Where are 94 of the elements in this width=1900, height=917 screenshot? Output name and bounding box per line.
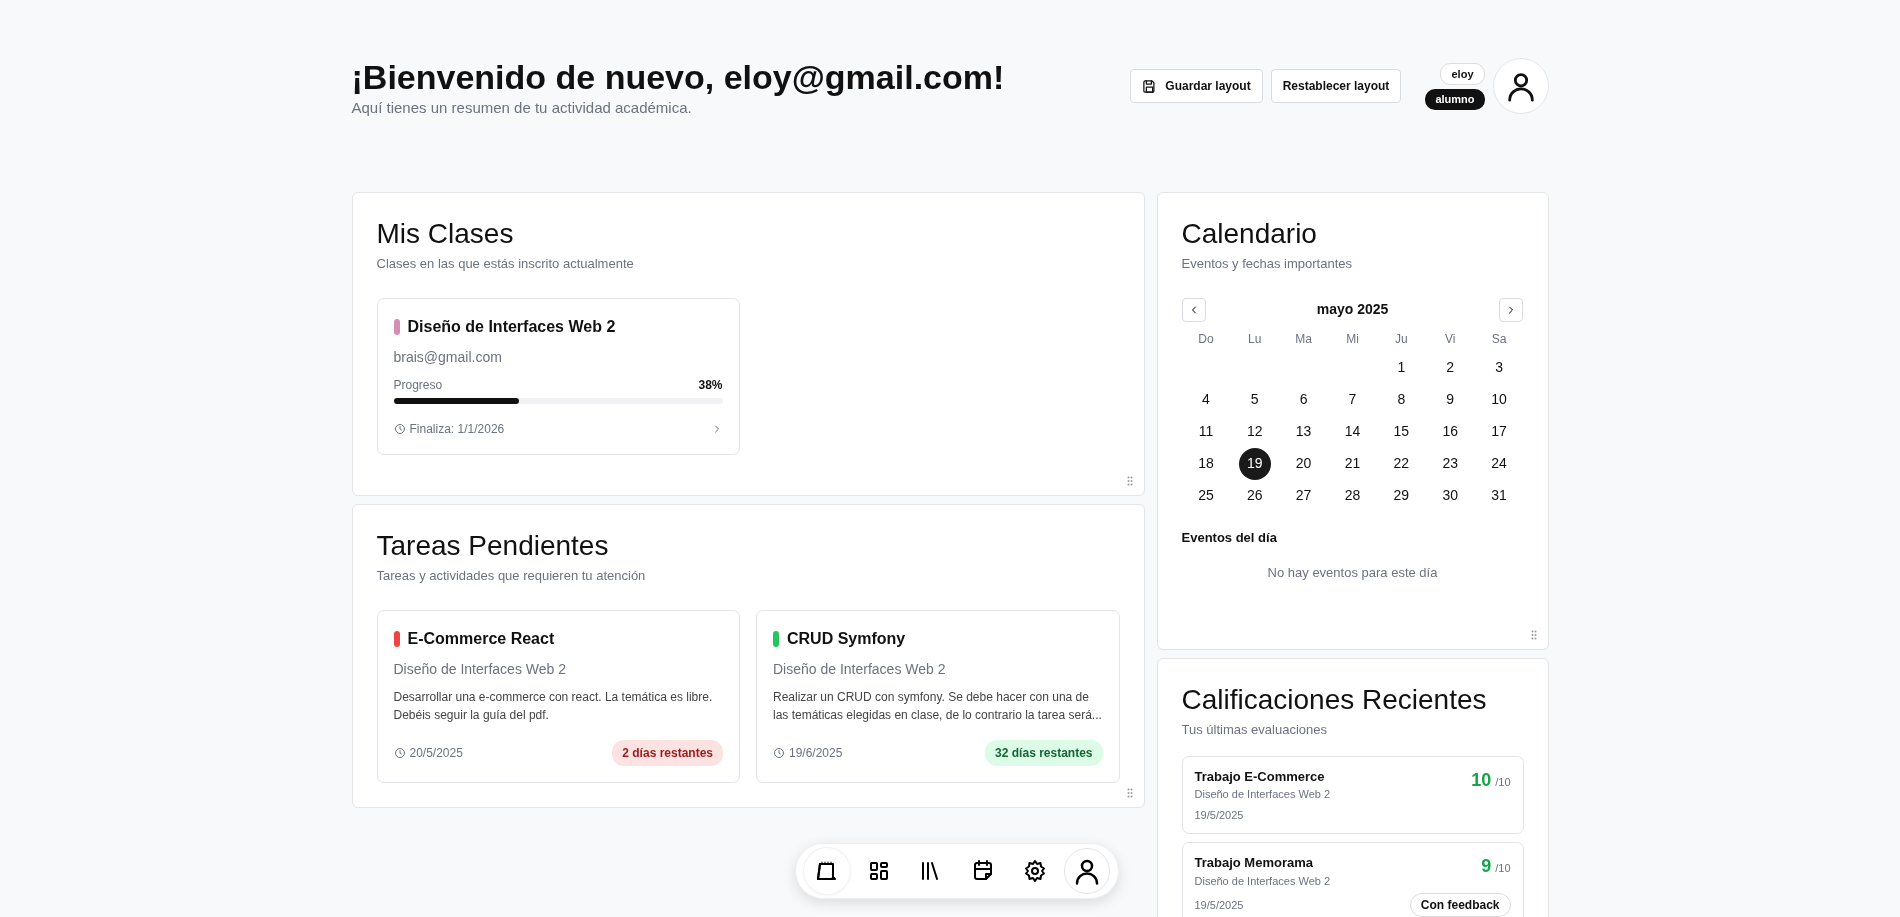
- calendar-day[interactable]: 24: [1483, 447, 1516, 480]
- due-date: 19/6/2025: [789, 744, 843, 762]
- calendar-day[interactable]: 21: [1336, 447, 1369, 480]
- task-title: E-Commerce React: [407, 628, 555, 649]
- progress-label: Progreso: [393, 376, 443, 394]
- calendar-day[interactable]: 26: [1238, 479, 1271, 512]
- days-remaining: 2 días restantes: [612, 739, 723, 766]
- calendar-day[interactable]: 3: [1483, 351, 1516, 384]
- course-name: Diseño de Interfaces Web 2: [773, 659, 947, 679]
- panel-title: Calendario: [1181, 216, 1318, 251]
- course-name: Diseño de Interfaces Web 2: [393, 659, 567, 679]
- progress-value: 38%: [698, 376, 723, 394]
- dock-button[interactable]: [804, 848, 850, 894]
- due-date: 20/5/2025: [409, 744, 463, 762]
- panel-subtitle: Tareas y actividades que requieren tu atención: [376, 567, 647, 586]
- layout-button[interactable]: Restablecer layout: [1270, 69, 1402, 103]
- calendar-day[interactable]: 29: [1385, 479, 1418, 512]
- weekday-label: Lu: [1247, 330, 1263, 348]
- teacher-email: brais@gmail.com: [393, 347, 503, 367]
- calendar-day[interactable]: 10: [1483, 383, 1516, 416]
- panel-subtitle: Clases en las que estás inscrito actualmente: [376, 255, 635, 274]
- weekday-label: Do: [1197, 330, 1215, 348]
- month-label: mayo 2025: [1316, 300, 1389, 320]
- grade-score: 10: [1471, 768, 1492, 792]
- grade-max: /10: [1495, 774, 1511, 790]
- task-description: Desarrollar una e-commerce con react. La temática es libre. Debéis seguir la guía del pdf.: [393, 688, 714, 724]
- weekday-label: Ju: [1394, 330, 1409, 348]
- grade-card[interactable]: Trabajo Memorama Diseño de Interfaces Web 2 9 /10 19/5/2025 Con feedback: [1181, 842, 1524, 917]
- user-name: eloy: [1440, 62, 1485, 85]
- user-role: alumno: [1425, 89, 1485, 110]
- calendar-day[interactable]: 7: [1336, 383, 1369, 416]
- page-title: ¡Bienvenido de nuevo, eloy@gmail.com!: [351, 58, 1005, 98]
- events-heading: Eventos del día: [1181, 528, 1278, 547]
- grade-title: Trabajo Memorama: [1194, 854, 1314, 873]
- days-remaining: 32 días restantes: [985, 739, 1103, 766]
- calendar-day[interactable]: 23: [1434, 447, 1467, 480]
- calendar-day[interactable]: 22: [1385, 447, 1418, 480]
- panel-title: Tareas Pendientes: [376, 528, 610, 563]
- save-icon: [1142, 78, 1158, 94]
- calendar-day[interactable]: 13: [1287, 415, 1320, 448]
- course-name: Diseño de Interfaces Web 2: [1194, 873, 1331, 889]
- calendar-day[interactable]: 15: [1385, 415, 1418, 448]
- task-card[interactable]: E-Commerce React Diseño de Interfaces Web 2 Desarrollar una e-commerce con react. La temática es libre. Debéis seguir la guía del pdf. 20/5/2025 2 días restantes: [376, 609, 740, 783]
- panel-title: Calificaciones Recientes: [1181, 682, 1488, 717]
- weekday-label: Sa: [1490, 330, 1508, 348]
- calendar-day[interactable]: 28: [1336, 479, 1369, 512]
- calendar-icon: [971, 859, 995, 883]
- course-name: Diseño de Interfaces Web 2: [1194, 787, 1331, 803]
- clock-icon: [773, 746, 785, 759]
- panel-subtitle: Eventos y fechas importantes: [1181, 255, 1354, 274]
- calendar-day[interactable]: 20: [1287, 447, 1320, 480]
- dashboard-icon: [867, 859, 891, 883]
- panel-subtitle: Tus últimas evaluaciones: [1181, 721, 1328, 740]
- class-name: Diseño de Interfaces Web 2: [407, 316, 616, 337]
- grade-date: 19/5/2025: [1194, 898, 1244, 914]
- task-title: CRUD Symfony: [787, 628, 906, 649]
- clock-icon: [393, 746, 406, 759]
- calendar-day[interactable]: 9: [1434, 383, 1467, 416]
- page-subtitle: Aquí tienes un resumen de tu actividad académica.: [351, 98, 693, 119]
- weekday-label: Mi: [1345, 330, 1360, 348]
- grade-max: /10: [1495, 861, 1511, 877]
- grade-date: 19/5/2025: [1194, 807, 1244, 823]
- calendar-day[interactable]: 8: [1385, 383, 1418, 416]
- weekday-label: Ma: [1294, 330, 1313, 348]
- calendar-day[interactable]: 18: [1189, 447, 1222, 480]
- calendar-day[interactable]: 12: [1238, 415, 1271, 448]
- task-card[interactable]: CRUD Symfony Diseño de Interfaces Web 2 Realizar un CRUD con symfony. Se debe hacer con una de las temáticas elegidas en clase, de lo contrario la tarea será... 19/6/2025 32 días restantes: [756, 609, 1120, 783]
- panel-title: Mis Clases: [376, 216, 515, 251]
- grade-score: 9: [1481, 855, 1492, 879]
- empty-events-text: No hay eventos para este día: [1266, 564, 1439, 583]
- calendar-day[interactable]: 17: [1483, 415, 1516, 448]
- calendar-day[interactable]: 31: [1483, 479, 1516, 512]
- calendar-day[interactable]: 4: [1189, 383, 1222, 416]
- calendar-day[interactable]: 25: [1189, 479, 1222, 512]
- layout-button[interactable]: Guardar layout: [1130, 69, 1263, 103]
- calendar-day[interactable]: 11: [1189, 415, 1222, 448]
- end-date: Finaliza: 1/1/2026: [409, 420, 505, 438]
- calendar-day[interactable]: 5: [1238, 383, 1271, 416]
- class-card[interactable]: Diseño de Interfaces Web 2 brais@gmail.com Progreso 38% Finaliza: 1/1/2026: [376, 297, 740, 455]
- clock-icon: [393, 422, 406, 435]
- settings-icon: [1023, 859, 1047, 883]
- notepad-icon: [815, 859, 839, 883]
- calendar-day[interactable]: 6: [1287, 383, 1320, 416]
- calendar-day[interactable]: 30: [1434, 479, 1467, 512]
- calendar-day[interactable]: 2: [1434, 351, 1467, 384]
- calendar-day[interactable]: 16: [1434, 415, 1467, 448]
- calendar-day[interactable]: 27: [1287, 479, 1320, 512]
- grade-title: Trabajo E-Commerce: [1194, 767, 1326, 786]
- task-description: Realizar un CRUD con symfony. Se debe hacer con una de las temáticas elegidas en clase, de lo contrario la tarea será...: [773, 688, 1103, 724]
- calendar-day[interactable]: 14: [1336, 415, 1369, 448]
- calendar-day[interactable]: 1: [1385, 351, 1418, 384]
- grade-card[interactable]: Trabajo E-Commerce Diseño de Interfaces Web 2 10 /10 19/5/2025: [1181, 755, 1524, 835]
- calendar-day[interactable]: 19: [1238, 447, 1271, 480]
- weekday-label: Vi: [1444, 330, 1457, 348]
